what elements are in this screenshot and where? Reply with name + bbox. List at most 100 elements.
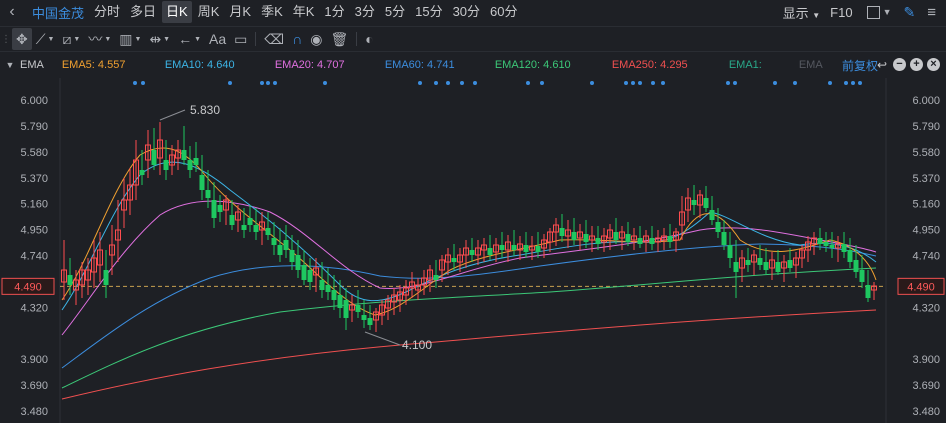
- period-tab-yearly[interactable]: 年K: [289, 1, 319, 23]
- candle-body: [139, 170, 145, 175]
- range-measure-icon[interactable]: ⇹ ▼: [145, 28, 174, 50]
- event-marker-dot: [851, 81, 855, 85]
- candle-body: [721, 232, 727, 245]
- ema1-value: EMA1:: [728, 59, 762, 71]
- ema250-value: EMA250: 4.295: [611, 59, 688, 71]
- event-marker-dot: [418, 81, 422, 85]
- event-marker-dot: [733, 81, 737, 85]
- max-price-label: 5.830: [190, 103, 220, 117]
- event-marker-dot: [631, 81, 635, 85]
- period-tab-15min[interactable]: 15分: [411, 1, 446, 23]
- kline-svg[interactable]: 6.000 6.000 5.790 5.790 5.580 5.580 5.370 5.370…: [0, 78, 946, 423]
- back-arrow-icon[interactable]: ‹: [0, 0, 24, 24]
- y-axis-right-label: 4.320: [912, 302, 940, 314]
- candle-body: [277, 245, 283, 255]
- toggle-icon[interactable]: ◐: [361, 28, 377, 50]
- toolbar-divider: [255, 32, 257, 46]
- return-icon[interactable]: ↩: [877, 58, 887, 72]
- minus-circle-icon[interactable]: −: [893, 58, 906, 71]
- candle-body: [511, 245, 517, 250]
- candle-body: [499, 245, 505, 250]
- candle-body: [295, 255, 301, 270]
- kline-chart[interactable]: 6.000 6.000 5.790 5.790 5.580 5.580 5.370 5.370…: [0, 78, 946, 423]
- period-tab-3min[interactable]: 3分: [351, 1, 379, 23]
- candle-body: [265, 228, 271, 235]
- period-tab-1min[interactable]: 1分: [320, 1, 348, 23]
- adjust-mode-button[interactable]: 前复权: [842, 57, 878, 74]
- magnet-icon[interactable]: ∩: [288, 28, 306, 50]
- candle-body: [283, 240, 289, 250]
- event-marker-dot: [638, 81, 642, 85]
- chevron-down-icon[interactable]: ▼: [883, 7, 892, 17]
- candle-body: [211, 200, 217, 218]
- ema5-line: [61, 147, 877, 316]
- candle-body: [691, 200, 697, 205]
- period-bar: ‹ 中国金茂 分时 多日 日K 周K 月K 季K 年K 1分 3分 5分 15分…: [0, 0, 946, 24]
- candle-body: [271, 238, 277, 245]
- eraser-icon[interactable]: ⌫: [260, 28, 288, 50]
- event-marker-dot: [858, 81, 862, 85]
- event-marker-dot: [726, 81, 730, 85]
- arrow-tool-icon[interactable]: ← ▼: [174, 28, 205, 50]
- candle-body: [709, 210, 715, 220]
- y-axis-left-label: 5.790: [20, 121, 48, 133]
- y-axis-left-label: 4.320: [20, 302, 48, 314]
- y-axis-right-label: 5.160: [912, 199, 940, 211]
- draw-pen-icon[interactable]: ✎: [904, 4, 916, 21]
- candle-body: [613, 232, 619, 240]
- y-axis-left-label: 3.690: [20, 380, 48, 392]
- candle-body: [595, 238, 601, 244]
- period-tab-30min[interactable]: 30分: [449, 1, 484, 23]
- period-tab-daily[interactable]: 日K: [162, 1, 192, 23]
- f10-button[interactable]: F10: [830, 5, 852, 20]
- period-tab-monthly[interactable]: 月K: [225, 1, 255, 23]
- candle-body: [841, 244, 847, 252]
- indicator-controls: ↩ − + ×: [877, 58, 940, 72]
- period-tab-weekly[interactable]: 周K: [194, 1, 224, 23]
- candle-body: [469, 250, 475, 255]
- eye-icon[interactable]: ◉: [306, 28, 326, 50]
- y-axis-left-label: 4.950: [20, 225, 48, 237]
- candle-body: [853, 260, 859, 272]
- channel-tool-icon[interactable]: ⧄ ▼: [58, 28, 84, 50]
- close-circle-icon[interactable]: ×: [927, 58, 940, 71]
- layout-square-icon[interactable]: [866, 5, 880, 19]
- candle-body: [361, 315, 367, 320]
- trash-icon[interactable]: 🗑: [326, 28, 352, 50]
- period-tab-quarterly[interactable]: 季K: [257, 1, 287, 23]
- candle-body: [727, 245, 733, 258]
- menu-icon[interactable]: ≡: [927, 4, 936, 21]
- period-tab-5min[interactable]: 5分: [381, 1, 409, 23]
- candle-body: [355, 305, 361, 312]
- event-marker-dot: [526, 81, 530, 85]
- candle-body: [667, 236, 673, 242]
- text-tool-icon[interactable]: Aa: [205, 28, 230, 50]
- min-price-label: 4.100: [402, 338, 432, 352]
- y-axis-right-label: 3.690: [912, 380, 940, 392]
- period-tab-60min[interactable]: 60分: [486, 1, 521, 23]
- crosshair-move-icon[interactable]: ✥: [12, 28, 32, 50]
- candle-body: [151, 150, 157, 165]
- drag-handle-icon[interactable]: ⋮: [0, 34, 12, 45]
- wave-tool-icon[interactable]: 〰 ▼: [84, 28, 115, 50]
- candle-body: [241, 225, 247, 230]
- event-marker-dot: [323, 81, 327, 85]
- candle-body: [199, 175, 205, 190]
- drawing-toolbar: ⋮ ✥ ⟋ ▼ ⧄ ▼ 〰 ▼ ▥ ▼ ⇹ ▼ ← ▼ Aa ▭ ⌫ ∩ ◉ 🗑 ◐: [0, 26, 946, 52]
- period-tab-intraday[interactable]: 分时: [90, 1, 124, 23]
- candle-body: [229, 215, 235, 225]
- period-tab-multiday[interactable]: 多日: [126, 1, 160, 23]
- display-dropdown[interactable]: 显示 ▼: [783, 3, 821, 22]
- stock-name[interactable]: 中国金茂: [32, 3, 84, 22]
- fibonacci-tool-icon[interactable]: ▥ ▼: [115, 28, 145, 50]
- candle-body: [823, 242, 829, 246]
- plus-circle-icon[interactable]: +: [910, 58, 923, 71]
- trendline-tool-icon[interactable]: ⟋ ▼: [32, 28, 59, 50]
- comment-tool-icon[interactable]: ▭: [230, 28, 251, 50]
- y-axis-right-label: 4.740: [912, 251, 940, 263]
- indicator-name[interactable]: EMA: [20, 59, 44, 71]
- candle-body: [523, 245, 529, 252]
- y-axis-left-label: 3.480: [20, 406, 48, 418]
- y-axis-left-label: 6.000: [20, 95, 48, 107]
- collapse-triangle-icon[interactable]: ▼: [0, 60, 20, 70]
